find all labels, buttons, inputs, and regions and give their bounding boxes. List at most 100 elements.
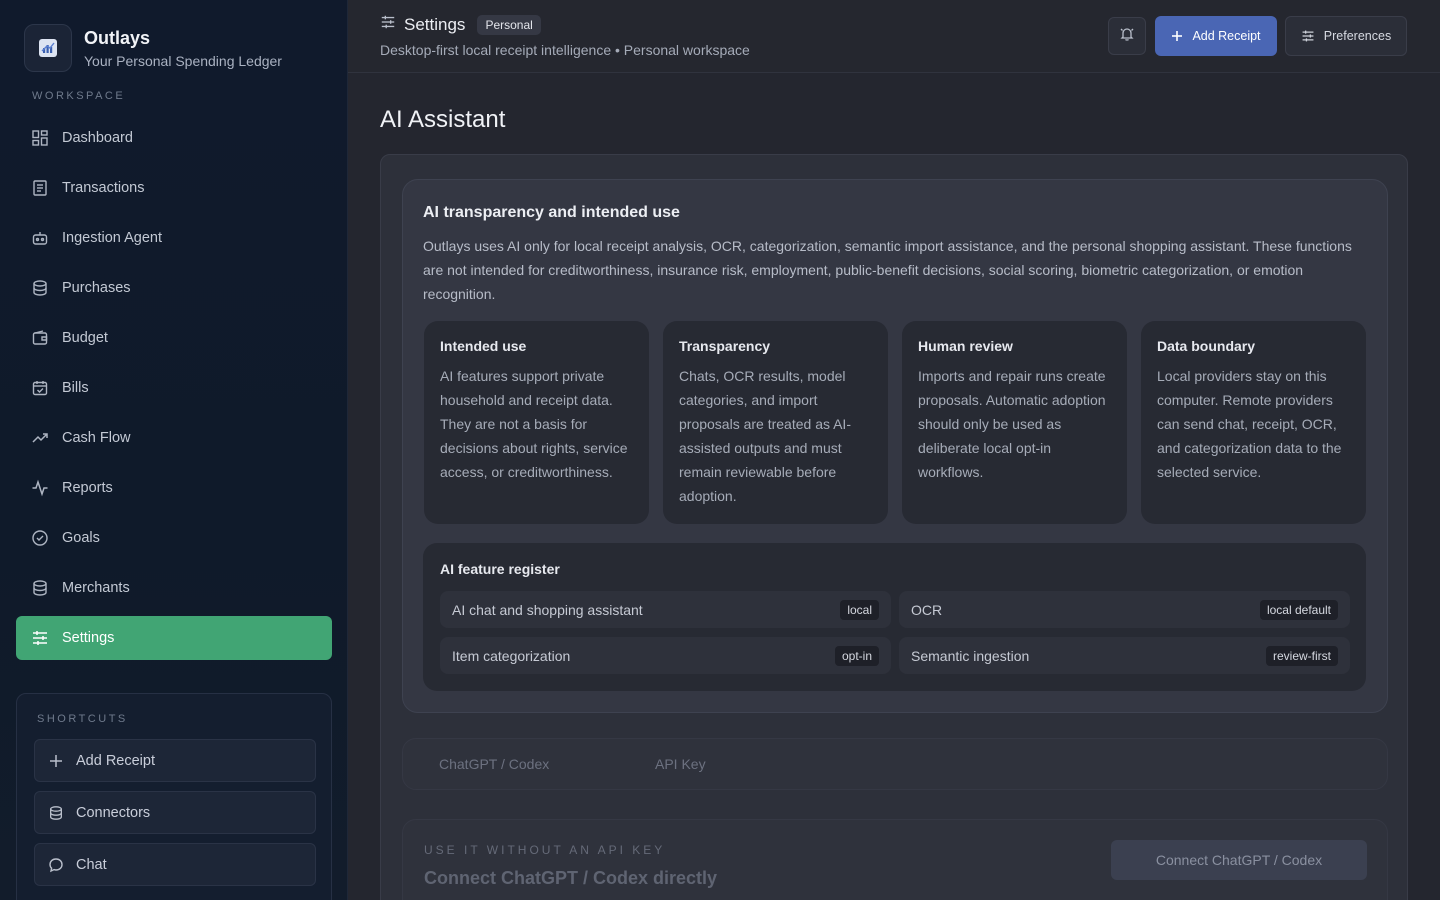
preferences-label: Preferences	[1323, 29, 1392, 43]
sidebar-item-goals[interactable]: Goals	[16, 516, 332, 560]
register-feature-badge: local	[840, 599, 879, 620]
shortcuts-label: SHORTCUTS	[37, 713, 128, 725]
brand: Outlays Your Personal Spending Ledger	[24, 24, 282, 72]
check-circle-icon	[30, 528, 50, 548]
trending-up-icon	[30, 428, 50, 448]
register-feature-badge: review-first	[1265, 645, 1338, 666]
transparency-title: AI transparency and intended use	[423, 204, 680, 221]
no-api-key-label: USE IT WITHOUT AN API KEY	[424, 843, 666, 857]
shortcut-label: Connectors	[76, 804, 151, 821]
no-api-key-card: USE IT WITHOUT AN API KEY Connect ChatGP…	[402, 819, 1388, 900]
workspace-section-label: WORKSPACE	[32, 90, 126, 102]
tile-body: Local providers stay on this computer. R…	[1157, 368, 1342, 480]
sidebar-item-transactions[interactable]: Transactions	[16, 166, 332, 210]
shortcut-connectors[interactable]: Connectors	[34, 791, 316, 834]
shortcut-label: Chat	[76, 856, 107, 873]
register-row: Semantic ingestion review-first	[899, 637, 1350, 674]
register-feature-name: AI chat and shopping assistant	[452, 601, 643, 618]
sidebar-item-ingestion-agent[interactable]: Ingestion Agent	[16, 216, 332, 260]
sidebar-item-settings[interactable]: Settings	[16, 616, 332, 660]
sidebar-item-merchants[interactable]: Merchants	[16, 566, 332, 610]
shortcut-label: Add Receipt	[76, 752, 155, 769]
database-icon	[30, 278, 50, 298]
notifications-button[interactable]	[1108, 17, 1146, 55]
brand-subtitle: Your Personal Spending Ledger	[84, 53, 282, 69]
shortcut-add-receipt[interactable]: Add Receipt	[34, 739, 316, 782]
sidebar-item-label: Transactions	[62, 180, 145, 196]
preferences-button[interactable]: Preferences	[1285, 16, 1407, 56]
connect-chatgpt-button[interactable]: Connect ChatGPT / Codex	[1111, 840, 1367, 880]
sidebar-item-label: Goals	[62, 530, 100, 546]
sidebar: Outlays Your Personal Spending Ledger WO…	[0, 0, 348, 900]
sidebar-item-budget[interactable]: Budget	[16, 316, 332, 360]
tab-chatgpt-codex[interactable]: ChatGPT / Codex	[439, 756, 549, 772]
bell-icon	[1119, 26, 1135, 47]
tile-human-review: Human review Imports and repair runs cre…	[902, 321, 1127, 524]
add-receipt-label: Add Receipt	[1192, 29, 1261, 43]
tile-body: Chats, OCR results, model categories, an…	[679, 368, 851, 504]
sidebar-item-label: Merchants	[62, 580, 130, 596]
header-title-row: Settings Personal	[380, 14, 541, 35]
sidebar-item-bills[interactable]: Bills	[16, 366, 332, 410]
tile-title: Transparency	[679, 338, 771, 354]
tile-title: Human review	[918, 338, 1013, 354]
sidebar-item-label: Budget	[62, 330, 108, 346]
sliders-icon	[380, 14, 396, 35]
header-subtitle: Desktop-first local receipt intelligence…	[380, 42, 750, 58]
transparency-body: Outlays uses AI only for local receipt a…	[423, 238, 1352, 302]
sidebar-item-dashboard[interactable]: Dashboard	[16, 116, 332, 160]
sidebar-item-label: Reports	[62, 480, 113, 496]
plus-icon	[48, 753, 64, 769]
register-row: OCR local default	[899, 591, 1350, 628]
tile-title: Data boundary	[1157, 338, 1256, 354]
sidebar-item-label: Dashboard	[62, 130, 133, 146]
top-header: Settings Personal Desktop-first local re…	[348, 0, 1440, 73]
brand-title: Outlays	[84, 28, 151, 48]
sliders-icon	[1301, 29, 1315, 43]
activity-icon	[30, 478, 50, 498]
page-header-title: Settings	[404, 14, 466, 34]
tile-intended-use: Intended use AI features support private…	[424, 321, 649, 524]
register-feature-badge: local default	[1259, 599, 1338, 620]
sidebar-item-label: Purchases	[62, 280, 131, 296]
robot-icon	[30, 228, 50, 248]
app-logo[interactable]	[24, 24, 72, 72]
document-icon	[30, 178, 50, 198]
ai-assistant-panel: AI transparency and intended use Outlays…	[380, 154, 1408, 900]
sliders-icon	[30, 628, 50, 648]
sidebar-item-purchases[interactable]: Purchases	[16, 266, 332, 310]
sidebar-item-cash-flow[interactable]: Cash Flow	[16, 416, 332, 460]
register-row: AI chat and shopping assistant local	[440, 591, 891, 628]
chat-icon	[48, 857, 64, 873]
add-receipt-button[interactable]: Add Receipt	[1155, 16, 1277, 56]
plus-icon	[1171, 30, 1183, 42]
database-icon	[48, 805, 64, 821]
dashboard-icon	[30, 128, 50, 148]
sidebar-item-label: Settings	[62, 630, 115, 646]
register-title: AI feature register	[440, 561, 560, 577]
workspace-badge: Personal	[477, 14, 541, 35]
transparency-card: AI transparency and intended use Outlays…	[402, 179, 1388, 713]
tile-body: Imports and repair runs create proposals…	[918, 368, 1106, 480]
shortcut-chat[interactable]: Chat	[34, 843, 316, 886]
tile-body: AI features support private household an…	[440, 368, 628, 480]
wallet-icon	[30, 328, 50, 348]
tab-api-key[interactable]: API Key	[655, 756, 706, 772]
register-feature-name: Semantic ingestion	[911, 647, 1030, 664]
tile-transparency: Transparency Chats, OCR results, model c…	[663, 321, 888, 524]
ai-feature-register: AI feature register AI chat and shopping…	[423, 543, 1366, 691]
shortcuts-panel: SHORTCUTS Add Receipt Connectors Chat	[16, 693, 332, 900]
tile-title: Intended use	[440, 338, 527, 354]
sidebar-nav: Dashboard Transactions Ingestion Agent P…	[16, 116, 332, 666]
sidebar-item-label: Cash Flow	[62, 430, 131, 446]
sidebar-item-label: Ingestion Agent	[62, 230, 162, 246]
tile-data-boundary: Data boundary Local providers stay on th…	[1141, 321, 1366, 524]
register-feature-badge: opt-in	[834, 645, 879, 666]
database-icon	[30, 578, 50, 598]
sidebar-item-label: Bills	[62, 380, 89, 396]
calendar-check-icon	[30, 378, 50, 398]
register-feature-name: Item categorization	[452, 647, 571, 664]
sidebar-item-reports[interactable]: Reports	[16, 466, 332, 510]
register-row: Item categorization opt-in	[440, 637, 891, 674]
page-title: AI Assistant	[380, 106, 506, 133]
